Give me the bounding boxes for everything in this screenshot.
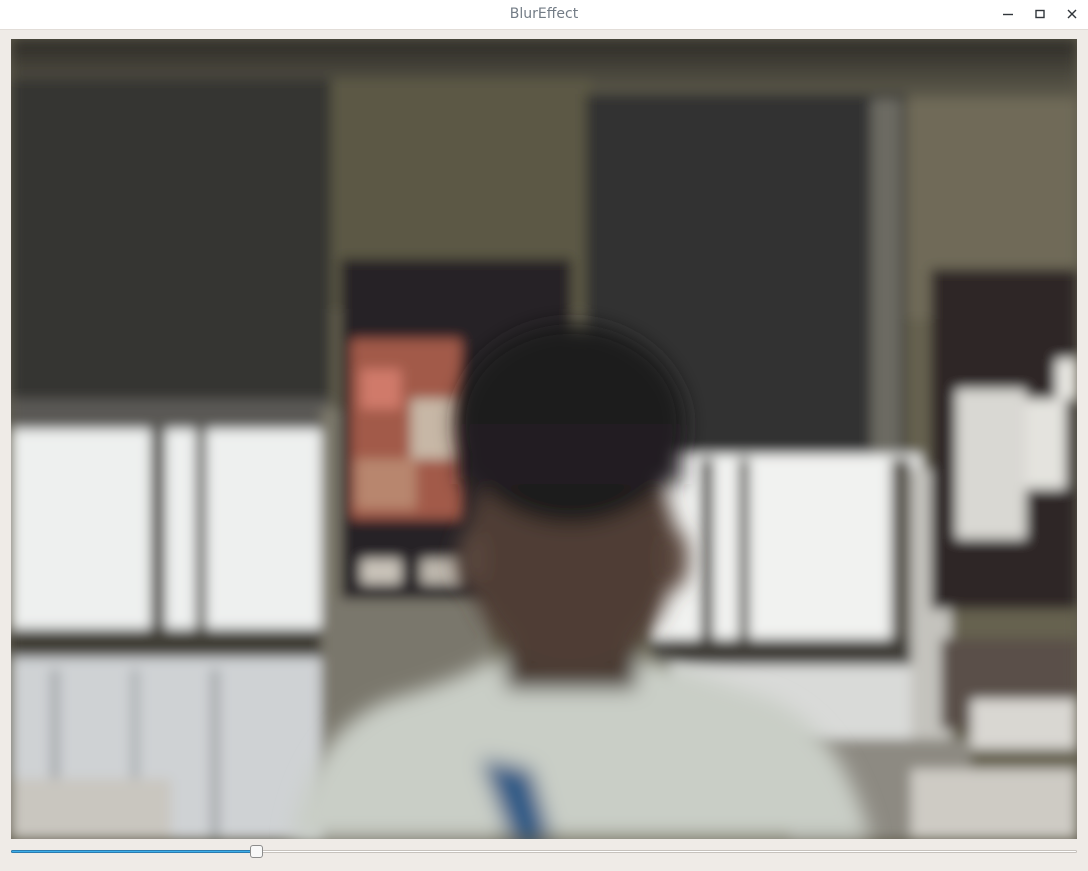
title-bar[interactable]: BlurEffect: [0, 0, 1088, 30]
minimize-button[interactable]: [997, 4, 1019, 24]
slider-handle[interactable]: [250, 845, 263, 858]
close-icon: [1067, 9, 1077, 19]
blur-radius-slider[interactable]: [11, 843, 1077, 861]
slider-fill: [11, 850, 256, 853]
close-button[interactable]: [1061, 4, 1083, 24]
blurred-camera-frame: [11, 39, 1077, 839]
maximize-icon: [1035, 9, 1045, 19]
camera-video-view: [11, 39, 1077, 839]
minimize-icon: [1003, 13, 1013, 16]
maximize-button[interactable]: [1029, 4, 1051, 24]
app-window: BlurEffect: [0, 0, 1088, 871]
window-title: BlurEffect: [509, 6, 579, 22]
